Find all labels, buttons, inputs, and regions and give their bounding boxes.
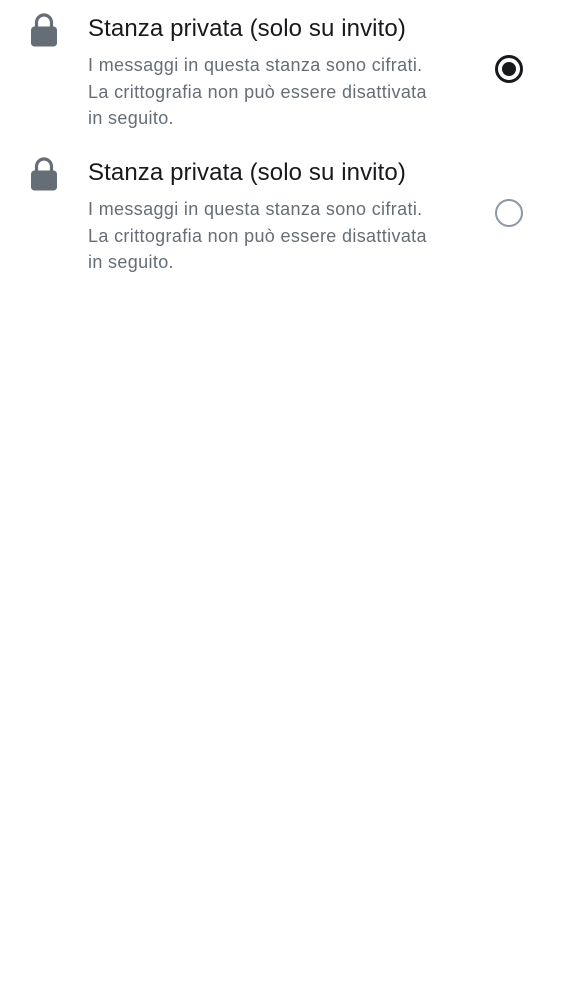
option-description-line: I messaggi in questa stanza sono cifrati…: [88, 199, 423, 219]
room-option-private-invite-encrypted[interactable]: Stanza privata (solo su invito) I messag…: [0, 144, 562, 288]
lock-icon: [29, 156, 59, 192]
radio-dot: [502, 62, 516, 76]
radio-button-unselected[interactable]: [495, 199, 523, 227]
option-description-line: in seguito.: [88, 252, 174, 272]
option-title: Stanza privata (solo su invito): [88, 15, 406, 42]
option-description-line: in seguito.: [88, 108, 174, 128]
room-type-options: Stanza privata (solo su invito) I messag…: [0, 0, 562, 288]
option-description-line: La crittografia non può essere disattiva…: [88, 81, 427, 102]
option-description: I messaggi in questa stanza sono cifrati…: [88, 52, 468, 132]
room-option-private-invite-encrypted[interactable]: Stanza privata (solo su invito) I messag…: [0, 0, 562, 144]
lock-icon: [29, 12, 59, 48]
option-description: I messaggi in questa stanza sono cifrati…: [88, 196, 468, 276]
option-description-line: La crittografia non può essere disattiva…: [88, 225, 427, 246]
option-description-line: I messaggi in questa stanza sono cifrati…: [88, 55, 423, 75]
radio-button-selected[interactable]: [495, 55, 523, 83]
option-title: Stanza privata (solo su invito): [88, 159, 406, 186]
